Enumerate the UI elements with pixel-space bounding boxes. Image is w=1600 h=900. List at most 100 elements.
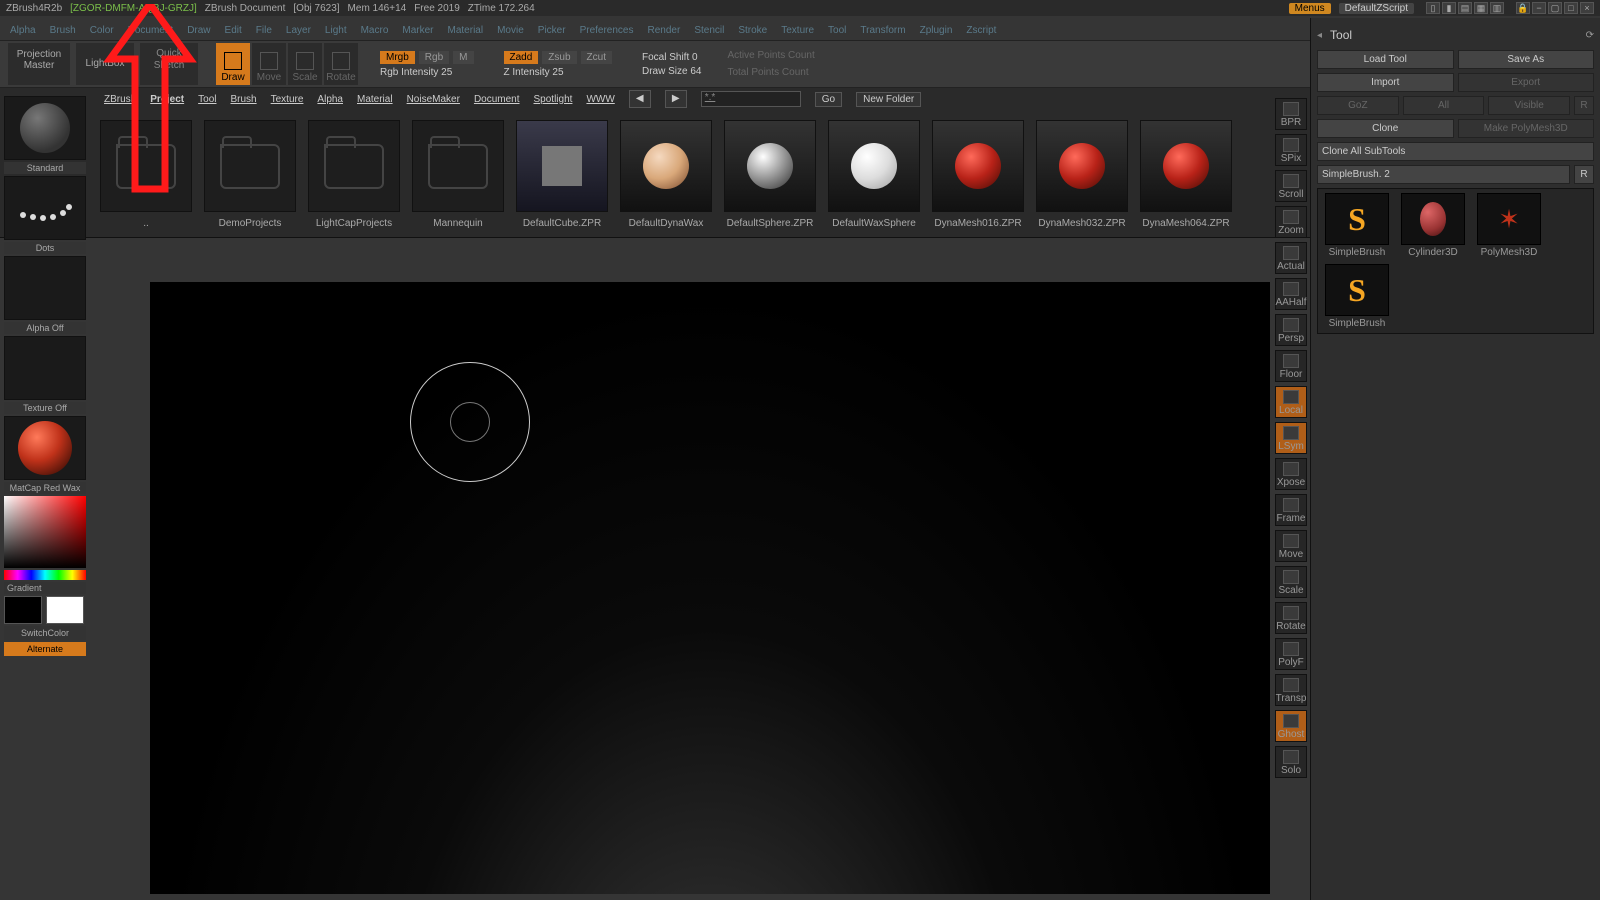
lock-icon[interactable]: 🔒 (1516, 2, 1530, 14)
menu-tool[interactable]: Tool (828, 25, 846, 36)
lightbox-tab-spotlight[interactable]: Spotlight (534, 94, 573, 105)
menu-picker[interactable]: Picker (538, 25, 566, 36)
goz-all-button[interactable]: All (1403, 96, 1485, 115)
goz-button[interactable]: GoZ (1317, 96, 1399, 115)
tool-item[interactable]: SSimpleBrush (1322, 193, 1392, 258)
menu-movie[interactable]: Movie (497, 25, 524, 36)
nav-bpr-button[interactable]: BPR (1275, 98, 1307, 130)
clone-button[interactable]: Clone (1317, 119, 1454, 138)
stroke-swatch[interactable] (4, 176, 86, 240)
nav-persp-button[interactable]: Persp (1275, 314, 1307, 346)
menu-macro[interactable]: Macro (361, 25, 389, 36)
menu-file[interactable]: File (256, 25, 272, 36)
layout-5-icon[interactable]: ▥ (1490, 2, 1504, 14)
menu-marker[interactable]: Marker (402, 25, 433, 36)
nav-aahalf-button[interactable]: AAHalf (1275, 278, 1307, 310)
tool-item[interactable]: ✶PolyMesh3D (1474, 193, 1544, 258)
nav-spix-button[interactable]: SPix (1275, 134, 1307, 166)
rgb-intensity-slider[interactable]: Rgb Intensity 25 (380, 67, 474, 78)
menu-edit[interactable]: Edit (225, 25, 242, 36)
black-swatch[interactable] (4, 596, 42, 624)
menus-button[interactable]: Menus (1289, 3, 1331, 14)
lightbox-button[interactable]: LightBox (76, 43, 134, 85)
minimize-icon[interactable]: − (1532, 2, 1546, 14)
menu-render[interactable]: Render (648, 25, 681, 36)
lightbox-next-icon[interactable]: ▶ (665, 90, 687, 108)
quicksketch-button[interactable]: Quick Sketch (140, 43, 198, 85)
lightbox-tab-www[interactable]: WWW (586, 94, 614, 105)
lightbox-tab-texture[interactable]: Texture (271, 94, 304, 105)
export-button[interactable]: Export (1458, 73, 1595, 92)
lightbox-newfolder-button[interactable]: New Folder (856, 92, 921, 107)
lightbox-item[interactable]: DynaMesh016.ZPR (932, 120, 1024, 229)
nav-frame-button[interactable]: Frame (1275, 494, 1307, 526)
menu-document[interactable]: Document (128, 25, 174, 36)
close-icon[interactable]: × (1580, 2, 1594, 14)
lightbox-tab-project[interactable]: Project (150, 94, 184, 105)
lightbox-item[interactable]: DefaultWaxSphere (828, 120, 920, 229)
import-button[interactable]: Import (1317, 73, 1454, 92)
nav-move-button[interactable]: Move (1275, 530, 1307, 562)
menu-zscript[interactable]: Zscript (966, 25, 996, 36)
z-intensity-slider[interactable]: Z Intensity 25 (504, 67, 612, 78)
scale-mode-button[interactable]: Scale (288, 43, 322, 85)
nav-lsym-button[interactable]: LSym (1275, 422, 1307, 454)
color-picker[interactable] (4, 496, 86, 568)
save-as-button[interactable]: Save As (1458, 50, 1595, 69)
default-zscript-button[interactable]: DefaultZScript (1339, 3, 1414, 14)
menu-light[interactable]: Light (325, 25, 347, 36)
goz-r-button[interactable]: R (1574, 96, 1594, 115)
lightbox-tab-noisemaker[interactable]: NoiseMaker (407, 94, 460, 105)
lightbox-item[interactable]: Mannequin (412, 120, 504, 229)
draw-mode-button[interactable]: Draw (216, 43, 250, 85)
nav-xpose-button[interactable]: Xpose (1275, 458, 1307, 490)
menu-draw[interactable]: Draw (187, 25, 210, 36)
menu-brush[interactable]: Brush (50, 25, 76, 36)
nav-zoom-button[interactable]: Zoom (1275, 206, 1307, 238)
layout-3-icon[interactable]: ▤ (1458, 2, 1472, 14)
nav-polyf-button[interactable]: PolyF (1275, 638, 1307, 670)
move-mode-button[interactable]: Move (252, 43, 286, 85)
canvas-viewport[interactable] (150, 282, 1270, 894)
lightbox-item[interactable]: DefaultSphere.ZPR (724, 120, 816, 229)
chevron-left-icon[interactable]: ◂ (1317, 30, 1322, 41)
mrgb-button[interactable]: Mrgb (380, 51, 415, 64)
switchcolor-button[interactable]: SwitchColor (4, 626, 86, 640)
nav-ghost-button[interactable]: Ghost (1275, 710, 1307, 742)
collapse-icon[interactable]: ⟳ (1586, 30, 1594, 41)
tool-item[interactable]: Cylinder3D (1398, 193, 1468, 258)
nav-scroll-button[interactable]: Scroll (1275, 170, 1307, 202)
layout-4-icon[interactable]: ▦ (1474, 2, 1488, 14)
tool-item[interactable]: SSimpleBrush (1322, 264, 1392, 329)
layout-2-icon[interactable]: ▮ (1442, 2, 1456, 14)
lightbox-item[interactable]: LightCapProjects (308, 120, 400, 229)
lightbox-path-field[interactable]: *.* (701, 91, 801, 107)
focal-shift-slider[interactable]: Focal Shift 0 (642, 52, 701, 63)
rgb-button[interactable]: Rgb (419, 51, 449, 64)
projection-master-button[interactable]: Projection Master (8, 43, 70, 85)
rotate-mode-button[interactable]: Rotate (324, 43, 358, 85)
restore-icon[interactable]: ▢ (1548, 2, 1562, 14)
load-tool-button[interactable]: Load Tool (1317, 50, 1454, 69)
nav-actual-button[interactable]: Actual (1275, 242, 1307, 274)
nav-rotate-button[interactable]: Rotate (1275, 602, 1307, 634)
make-polymesh-button[interactable]: Make PolyMesh3D (1458, 119, 1595, 138)
white-swatch[interactable] (46, 596, 84, 624)
menu-stroke[interactable]: Stroke (738, 25, 767, 36)
lightbox-tab-alpha[interactable]: Alpha (317, 94, 343, 105)
lightbox-prev-icon[interactable]: ◀ (629, 90, 651, 108)
brush-swatch[interactable] (4, 96, 86, 160)
menu-texture[interactable]: Texture (781, 25, 814, 36)
nav-transp-button[interactable]: Transp (1275, 674, 1307, 706)
material-swatch[interactable] (4, 416, 86, 480)
lightbox-tab-material[interactable]: Material (357, 94, 393, 105)
lightbox-item[interactable]: DefaultCube.ZPR (516, 120, 608, 229)
menu-material[interactable]: Material (448, 25, 484, 36)
lightbox-item[interactable]: DynaMesh064.ZPR (1140, 120, 1232, 229)
lightbox-tab-brush[interactable]: Brush (231, 94, 257, 105)
gradient-label[interactable]: Gradient (4, 582, 86, 594)
lightbox-go-button[interactable]: Go (815, 92, 842, 107)
hue-strip[interactable] (4, 570, 86, 580)
menu-color[interactable]: Color (90, 25, 114, 36)
zsub-button[interactable]: Zsub (542, 51, 576, 64)
